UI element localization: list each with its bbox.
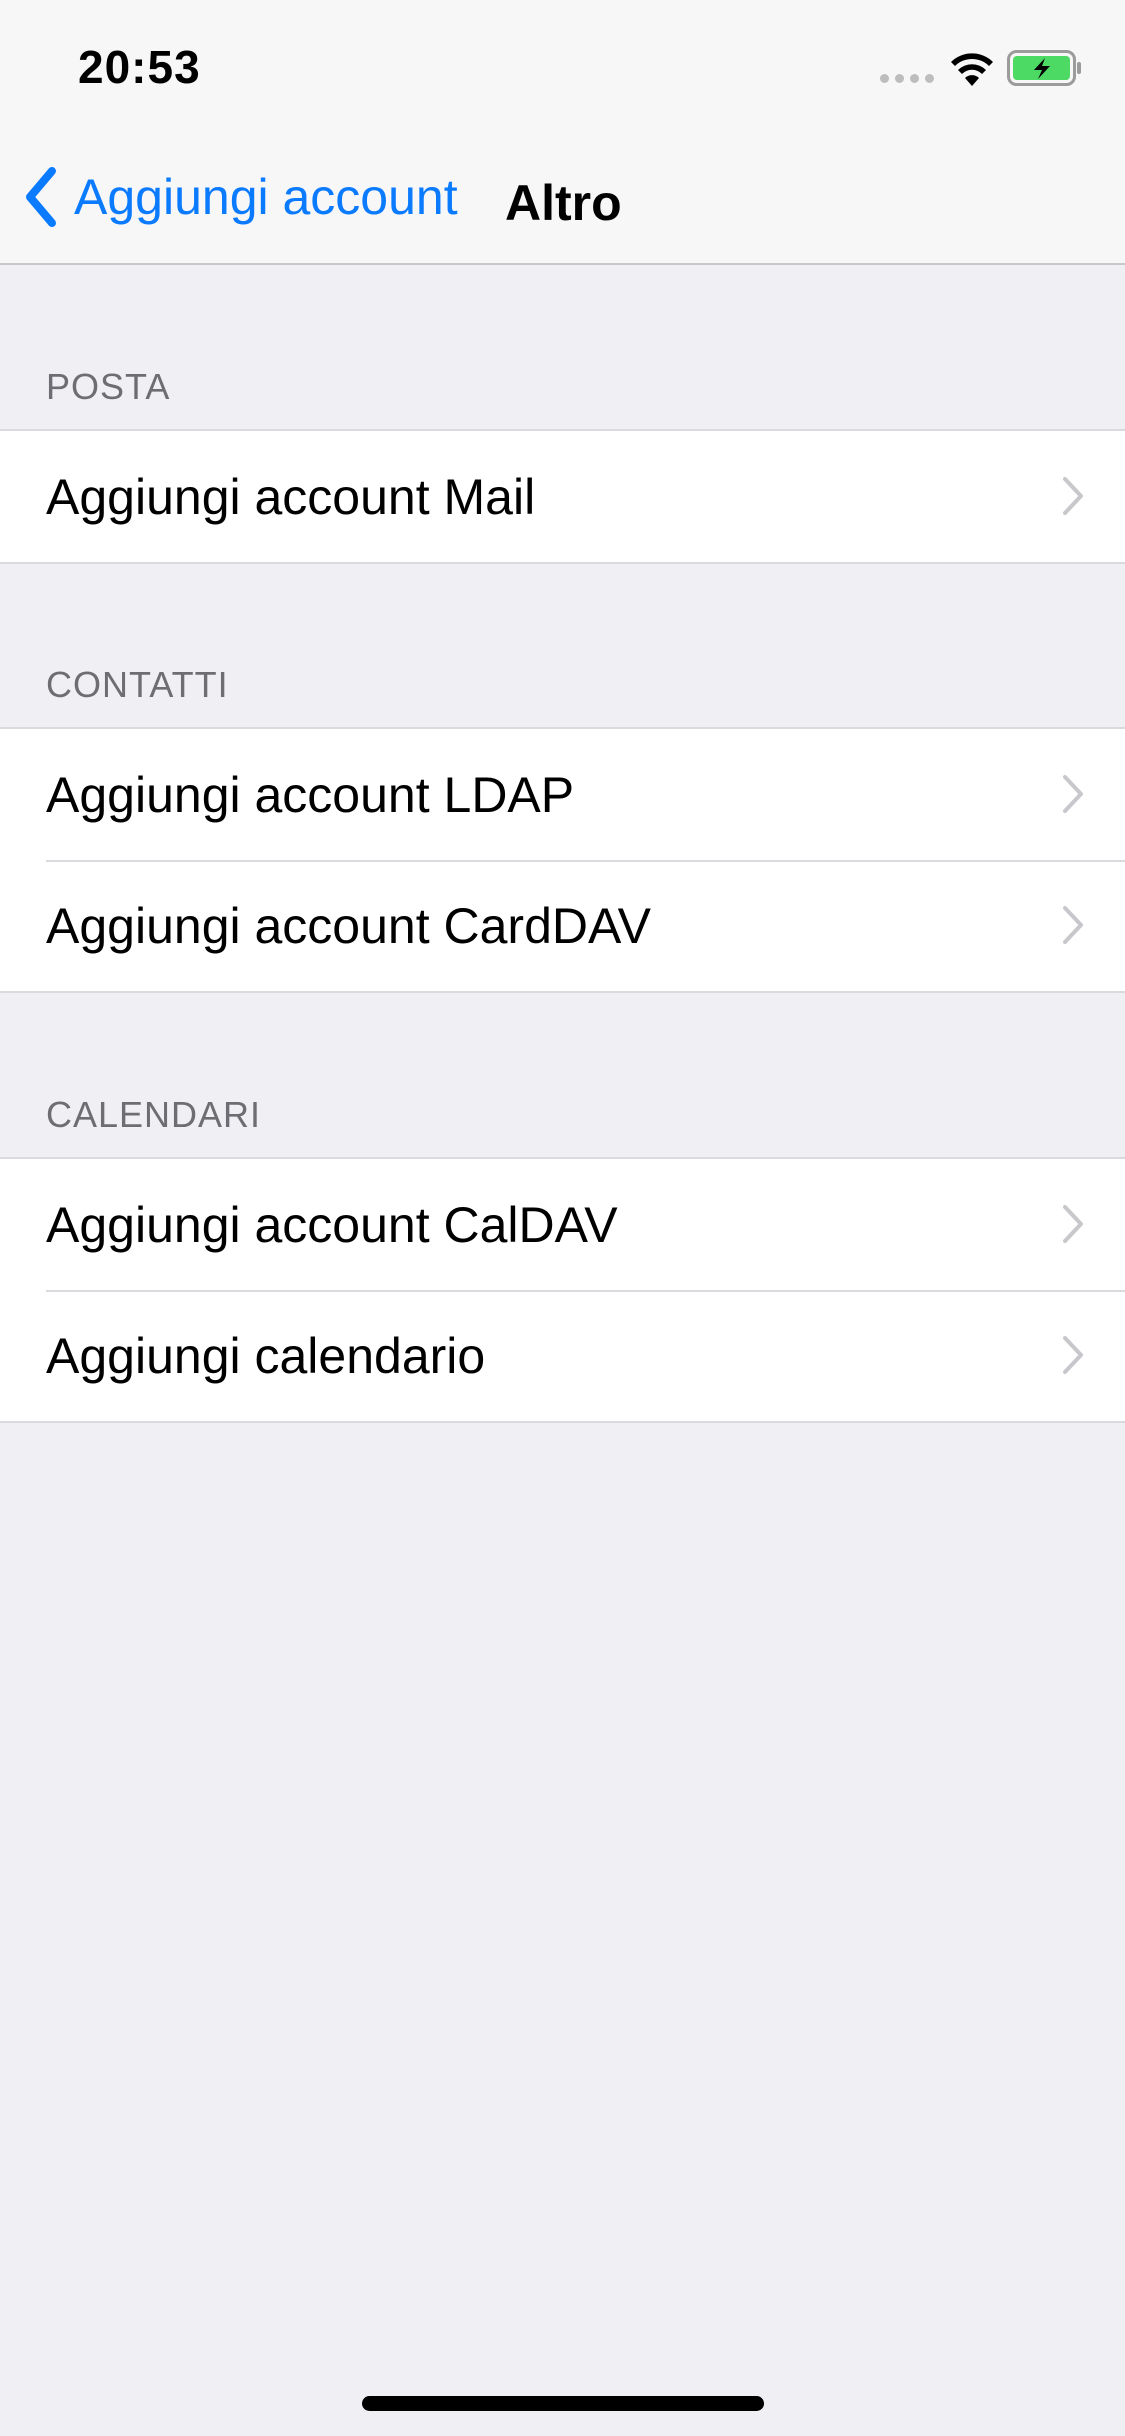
back-chevron-icon <box>26 167 56 227</box>
screen: 20:53 Aggiungi account Altro POSTA Aggiu… <box>0 0 1125 2436</box>
row-label: Aggiungi account CalDAV <box>46 1196 618 1253</box>
chevron-right-icon <box>1063 775 1083 813</box>
battery-charging-icon <box>1007 50 1081 86</box>
row-add-carddav-account[interactable]: Aggiungi account CardDAV <box>0 860 1125 991</box>
row-label: Aggiungi account CardDAV <box>46 897 651 954</box>
group-calendari: Aggiungi account CalDAV Aggiungi calenda… <box>0 1157 1125 1423</box>
chevron-right-icon <box>1063 1205 1083 1243</box>
chevron-right-icon <box>1063 1336 1083 1374</box>
group-contatti: Aggiungi account LDAP Aggiungi account C… <box>0 727 1125 993</box>
section-header-posta: POSTA <box>46 366 171 407</box>
group-posta: Aggiungi account Mail <box>0 429 1125 564</box>
page-title: Altro <box>505 175 622 231</box>
section-header-calendari: CALENDARI <box>46 1094 262 1135</box>
status-time: 20:53 <box>78 41 201 93</box>
row-label: Aggiungi account LDAP <box>46 766 575 823</box>
section-header-contatti: CONTATTI <box>46 664 229 705</box>
cellular-signal-icon <box>880 74 934 83</box>
back-button[interactable]: Aggiungi account <box>22 162 458 232</box>
row-add-mail-account[interactable]: Aggiungi account Mail <box>0 431 1125 562</box>
row-label: Aggiungi calendario <box>46 1327 486 1384</box>
chevron-right-icon <box>1063 906 1083 944</box>
row-add-calendar[interactable]: Aggiungi calendario <box>0 1290 1125 1421</box>
navigation-bar: Aggiungi account Altro <box>0 132 1125 265</box>
row-add-ldap-account[interactable]: Aggiungi account LDAP <box>0 729 1125 860</box>
status-bar: 20:53 <box>0 0 1125 132</box>
home-indicator[interactable] <box>362 2396 764 2411</box>
chevron-right-icon <box>1063 477 1083 515</box>
row-label: Aggiungi account Mail <box>46 468 536 525</box>
row-add-caldav-account[interactable]: Aggiungi account CalDAV <box>0 1159 1125 1290</box>
wifi-icon <box>951 53 993 86</box>
back-button-label: Aggiungi account <box>74 169 458 225</box>
